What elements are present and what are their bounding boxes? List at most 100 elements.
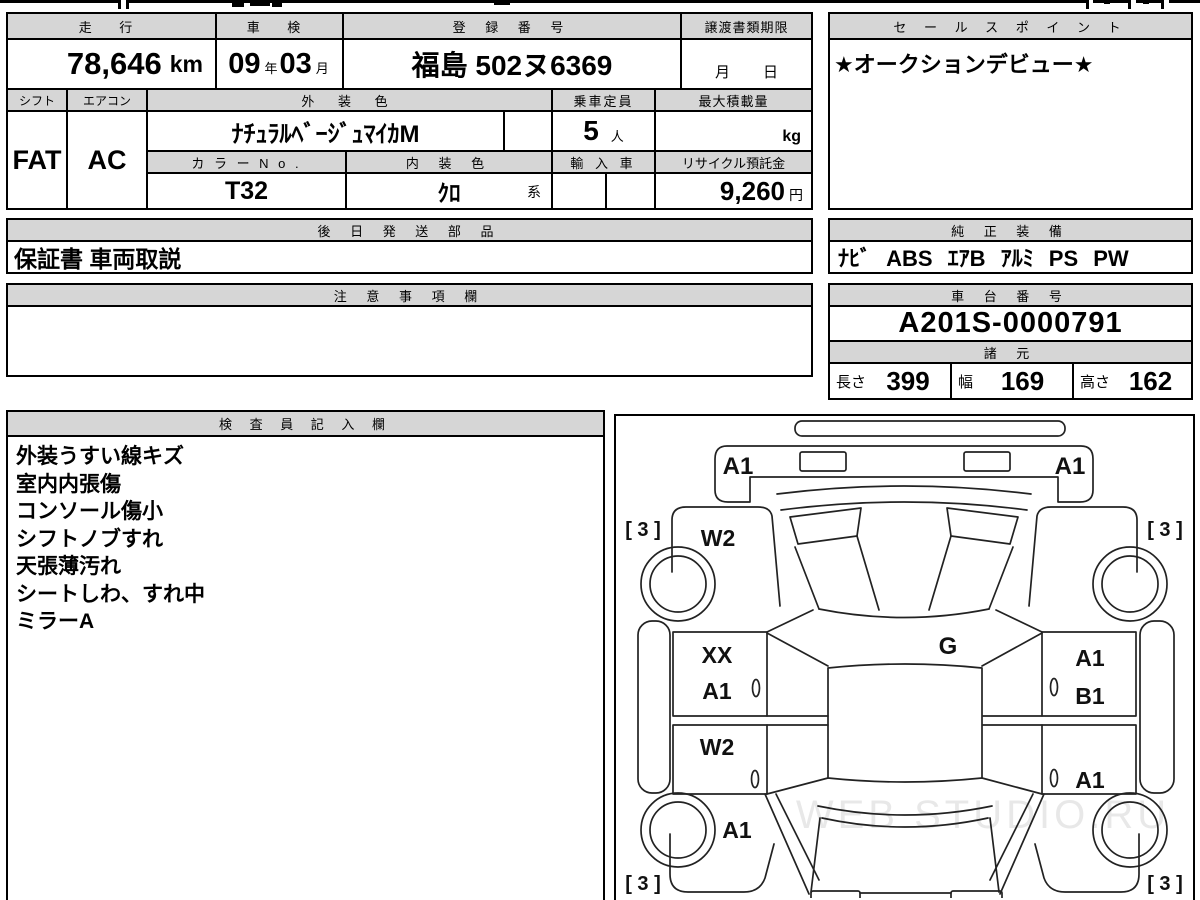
exterior-color-extra-cell xyxy=(503,110,553,152)
spec-width: 幅 169 xyxy=(950,362,1074,400)
inspector-note-line: シートしわ、すれ中 xyxy=(16,582,205,606)
watermark: WEB STUDIO.RU xyxy=(796,793,1170,837)
inspection-month-unit: 月 xyxy=(315,60,329,76)
interior-color-suffix: 系 xyxy=(527,184,541,200)
roof-panel xyxy=(827,663,983,783)
inspector-note-line: シフトノブすれ xyxy=(16,527,163,551)
mileage-value: 78,646 km xyxy=(6,38,217,90)
transfer-month-char: 月 xyxy=(714,64,730,81)
clipped-row-fragment xyxy=(250,2,270,6)
headlight-left xyxy=(799,451,847,472)
door-handle xyxy=(1049,768,1059,788)
mark-front-right-door-top: A1 xyxy=(1075,645,1105,671)
wheel-front-right xyxy=(1092,546,1168,622)
inspection-year-unit: 年 xyxy=(264,60,278,76)
glass-pane-left xyxy=(789,507,862,545)
capacity-number: 5 xyxy=(583,115,599,146)
left-sill xyxy=(637,620,671,794)
tire-mark-front-right: [ 3 ] xyxy=(1147,519,1183,541)
import-car-cell-1 xyxy=(551,172,607,210)
tire-mark-front-left: [ 3 ] xyxy=(625,519,661,541)
max-load-header: 最大積載量 xyxy=(654,88,813,112)
damage-diagram-box: WEB STUDIO.RU A1 A1 W2 [3] [3] XX A1… xyxy=(614,414,1195,900)
later-parts-header: 後 日 発 送 部 品 xyxy=(6,218,813,242)
interior-color-name: ｸﾛ xyxy=(437,180,461,206)
interior-color-header: 内 装 色 xyxy=(345,150,553,174)
spec-length: 長さ 399 xyxy=(828,362,952,400)
sales-point-body: ★オークションデビュー★ xyxy=(828,38,1193,210)
specs-header: 諸 元 xyxy=(828,340,1193,364)
clipped-row-fragment xyxy=(272,0,282,7)
transfer-deadline-header: 譲渡書類期限 xyxy=(680,12,813,40)
import-car-cell-2 xyxy=(605,172,656,210)
equipment-value: ﾅﾋﾞ ABS ｴｱB ｱﾙﾐ PS PW xyxy=(828,240,1193,274)
mark-rear-left-door: W2 xyxy=(700,734,735,760)
capacity-unit: 人 xyxy=(610,128,624,144)
auction-sheet: 走 行 車 検 登 録 番 号 譲渡書類期限 78,646 km 09 年 03… xyxy=(0,0,1200,900)
clipped-row-fragment xyxy=(494,0,510,5)
recycle-deposit-number: 9,260 xyxy=(719,175,785,206)
clipped-row-fragment xyxy=(1104,0,1110,4)
door-handle xyxy=(750,769,760,789)
car-damage-diagram: WEB STUDIO.RU A1 A1 W2 [3] [3] XX A1… xyxy=(625,420,1183,898)
inspector-note-line: ミラーA xyxy=(16,610,95,633)
max-load-value: kg xyxy=(654,110,813,152)
wheel-front-left xyxy=(640,546,716,622)
inspector-note-line: 外装うすい線キズ xyxy=(16,445,184,468)
spec-width-label: 幅 xyxy=(958,373,974,391)
door-handle xyxy=(751,678,761,698)
inspector-notes-body: 外装うすい線キズ 室内内張傷 コンソール傷小 シフトノブすれ 天張薄汚れ シート… xyxy=(6,435,605,900)
clipped-row-fragment xyxy=(1143,0,1149,4)
recycle-deposit-unit: 円 xyxy=(789,187,803,203)
mark-front-left-door-bottom: A1 xyxy=(702,678,732,704)
front-left-fender xyxy=(671,506,781,607)
roof-strip xyxy=(794,420,1066,437)
inspection-year: 09 xyxy=(228,47,261,80)
glass-pane-right xyxy=(946,507,1019,545)
color-no-value: T32 xyxy=(146,172,347,210)
cautions-body xyxy=(6,305,813,377)
recycle-deposit-header: リサイクル預託金 xyxy=(654,150,813,174)
spec-width-value: 169 xyxy=(1000,365,1045,396)
inspection-month: 03 xyxy=(279,47,312,80)
exterior-color-header: 外 装 色 xyxy=(146,88,553,112)
equipment-header: 純 正 装 備 xyxy=(828,218,1193,242)
spec-height-label: 高さ xyxy=(1080,373,1111,391)
transfer-day-char: 日 xyxy=(762,64,778,81)
mark-front-left-door-top: XX xyxy=(702,642,733,668)
recycle-deposit-value: 9,260 円 xyxy=(654,172,813,210)
inspector-note-line: 天張薄汚れ xyxy=(16,555,121,578)
spec-length-value: 399 xyxy=(886,365,930,396)
interior-color-value: ｸﾛ 系 xyxy=(345,172,553,210)
inspector-note-line: 室内内張傷 xyxy=(16,472,121,496)
mark-front-panel-right: A1 xyxy=(1055,453,1086,480)
rear-right-quarter xyxy=(1034,833,1140,893)
inspector-notes-header: 検 査 員 記 入 欄 xyxy=(6,410,605,437)
door-handle xyxy=(1049,677,1059,697)
mark-front-left-fender: W2 xyxy=(701,525,736,551)
inspection-value: 09 年 03 月 xyxy=(215,38,344,90)
clipped-row-fragment xyxy=(232,0,244,7)
headlight-right xyxy=(963,451,1011,472)
capacity-header: 乗車定員 xyxy=(551,88,656,112)
mileage-number: 78,646 xyxy=(66,46,162,81)
sales-point-header: セ ー ル ス ポ イ ン ト xyxy=(828,12,1193,40)
spec-height-value: 162 xyxy=(1128,365,1173,396)
mileage-header: 走 行 xyxy=(6,12,217,40)
mark-glass: G xyxy=(939,633,958,660)
inspector-note-line: コンソール傷小 xyxy=(16,500,163,523)
spec-length-label: 長さ xyxy=(836,373,867,391)
registration-value: 福島 502ヌ6369 xyxy=(342,38,682,90)
right-sill xyxy=(1139,620,1175,794)
mileage-unit: km xyxy=(169,50,203,77)
capacity-value: 5 人 xyxy=(551,110,656,152)
exterior-color-value: ﾅﾁｭﾗﾙﾍﾞｰｼﾞｭﾏｲｶM xyxy=(146,110,505,152)
front-panel-outline xyxy=(714,445,1094,503)
front-right-fender xyxy=(1028,506,1138,607)
cautions-header: 注 意 事 項 欄 xyxy=(6,283,813,307)
aircon-value: AC xyxy=(66,110,148,210)
shift-header: シフト xyxy=(6,88,68,112)
registration-header: 登 録 番 号 xyxy=(342,12,682,40)
tire-mark-rear-left: [ 3 ] xyxy=(625,873,661,895)
mark-rear-right-door: A1 xyxy=(1075,767,1105,793)
